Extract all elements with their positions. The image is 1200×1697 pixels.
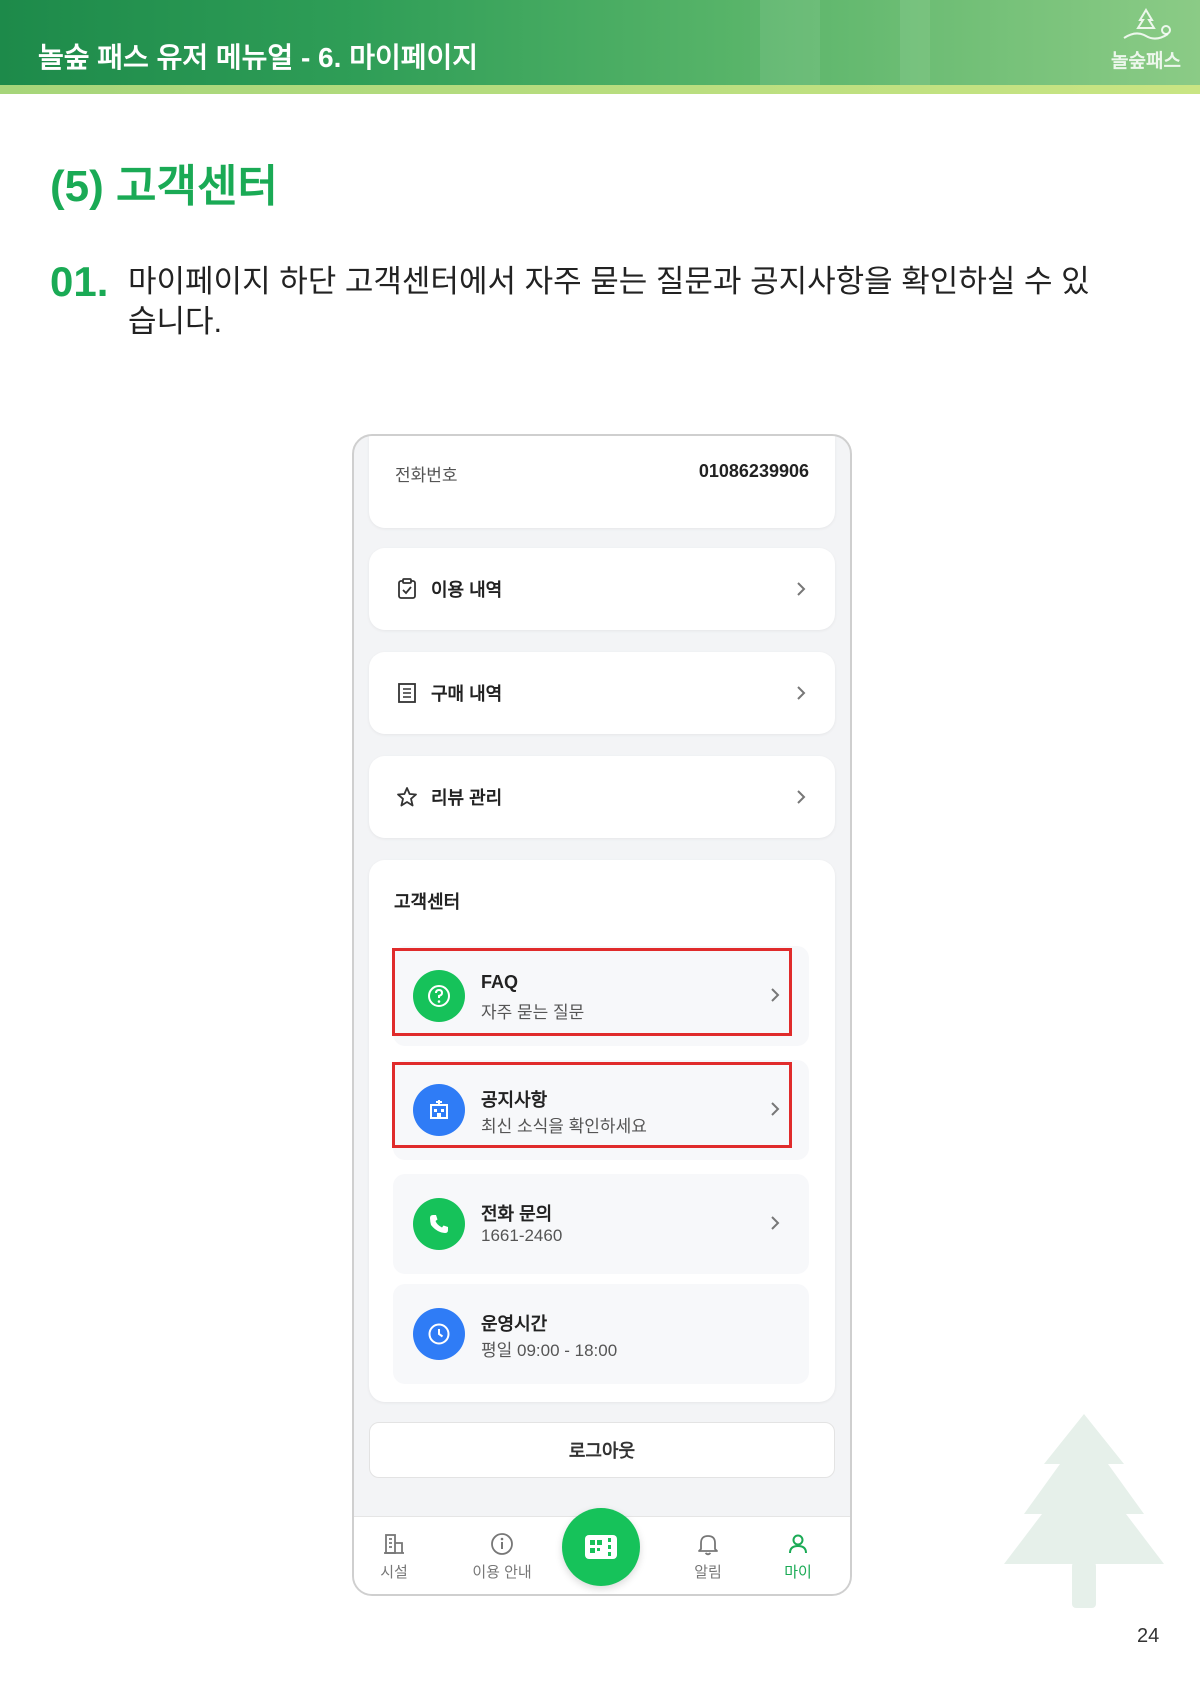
user-icon	[789, 1534, 807, 1554]
chevron-right-icon	[771, 1216, 780, 1230]
clock-icon	[428, 1323, 450, 1345]
step-number: 01.	[50, 258, 109, 305]
tab-label: 시설	[380, 1564, 408, 1581]
tab-label: 이용 안내	[472, 1564, 532, 1581]
tree-decoration-icon	[1004, 1414, 1164, 1608]
tab-usage-guide[interactable]: 이용 안내	[452, 1517, 552, 1582]
ticket-qr-button[interactable]	[562, 1508, 640, 1586]
banner-texture	[760, 0, 820, 85]
tab-label: 마이	[784, 1564, 812, 1581]
header-banner: 놀숲 패스 유저 메뉴얼 - 6. 마이페이지 놀숲패스	[0, 0, 1200, 85]
ticket-qr-icon	[585, 1535, 617, 1559]
phone-number-value: 01086239906	[698, 461, 809, 481]
star-icon	[397, 787, 417, 807]
chevron-right-icon	[797, 582, 806, 596]
phone-inquiry-item[interactable]: 전화 문의 1661-2460	[393, 1174, 809, 1274]
business-hours-value: 평일 09:00 - 18:00	[481, 1341, 618, 1360]
brand-logo-text: 놀숲패스	[1111, 51, 1181, 72]
business-hours-item: 운영시간 평일 09:00 - 18:00	[393, 1284, 809, 1384]
phone-inquiry-title: 전화 문의	[481, 1204, 553, 1224]
page-number: 24	[1137, 1625, 1160, 1647]
business-hours-title: 운영시간	[481, 1314, 548, 1334]
menu-label: 리뷰 관리	[431, 788, 503, 808]
tab-facility[interactable]: 시설	[354, 1517, 434, 1582]
step-text: 마이페이지 하단 고객센터에서 자주 묻는 질문과 공지사항을 확인하실 수 있…	[128, 264, 1090, 339]
brand-logo: 놀숲패스	[1106, 6, 1186, 78]
receipt-icon	[398, 683, 416, 703]
bell-icon	[698, 1535, 718, 1556]
tree-cloud-icon	[1123, 8, 1171, 40]
phone-inquiry-number: 1661-2460	[481, 1226, 563, 1245]
info-icon	[491, 1533, 513, 1555]
phone-number-label: 전화번호	[395, 466, 458, 485]
clipboard-check-icon	[398, 578, 416, 599]
tab-label: 알림	[694, 1564, 722, 1581]
menu-purchase-history[interactable]: 구매 내역	[369, 652, 835, 734]
phone-icon	[430, 1215, 448, 1233]
tab-notifications[interactable]: 알림	[668, 1517, 748, 1582]
menu-usage-history[interactable]: 이용 내역	[369, 548, 835, 630]
highlight-faq	[392, 948, 792, 1036]
phone-number-card: 전화번호 01086239906	[369, 436, 835, 528]
banner-texture	[900, 0, 930, 85]
business-hours-icon-circle	[413, 1308, 465, 1360]
tab-my[interactable]: 마이	[758, 1517, 838, 1582]
menu-label: 이용 내역	[431, 580, 503, 600]
header-title: 놀숲 패스 유저 메뉴얼 - 6. 마이페이지	[38, 42, 478, 73]
phone-inquiry-icon-circle	[413, 1198, 465, 1250]
menu-review-management[interactable]: 리뷰 관리	[369, 756, 835, 838]
header-stripe	[0, 85, 1200, 94]
chevron-right-icon	[797, 686, 806, 700]
menu-label: 구매 내역	[431, 684, 503, 704]
section-title: (5) 고객센터	[50, 162, 278, 211]
logout-button[interactable]: 로그아웃	[369, 1422, 835, 1478]
chevron-right-icon	[797, 790, 806, 804]
highlight-notice	[392, 1062, 792, 1148]
customer-center-title: 고객센터	[394, 892, 461, 912]
facility-icon	[384, 1534, 404, 1554]
